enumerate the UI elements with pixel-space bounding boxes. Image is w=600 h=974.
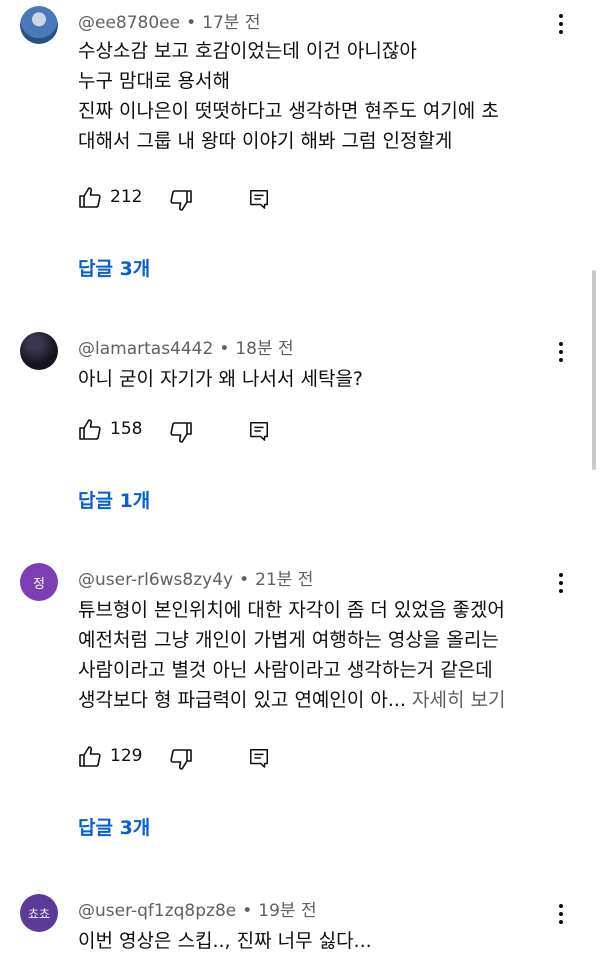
comment-author[interactable]: @user-rl6ws8zy4y [78, 570, 233, 590]
comment-time[interactable]: 18분 전 [235, 339, 293, 359]
meta-separator: • [219, 339, 230, 359]
more-vert-icon[interactable] [553, 573, 569, 597]
comment-line: 수상소감 보고 호감이었는데 이건 아니잖아 [78, 40, 417, 62]
like-count: 129 [110, 746, 143, 766]
thumbs-up-icon[interactable] [78, 745, 102, 769]
comment-time[interactable]: 17분 전 [202, 13, 260, 33]
thumbs-up-icon[interactable] [78, 418, 102, 442]
comment-line: 예전처럼 그냥 개인이 가볍게 여행하는 영상을 올리는 [78, 629, 499, 651]
comment-line: 누구 맘대로 용서해 [78, 70, 230, 92]
comment-text: 이번 영상은 스킵.., 진짜 너무 싫다... [78, 926, 372, 956]
comment-line: 이번 영상은 스킵.., 진짜 너무 싫다... [78, 930, 372, 952]
comment-actions: 212 [78, 186, 278, 212]
scrollbar[interactable] [592, 270, 596, 470]
avatar[interactable] [20, 6, 58, 44]
reply-icon[interactable] [248, 747, 270, 769]
comment-line: 생각보다 형 파급력이 있고 연예인이 아... 자세히 보기 [78, 685, 506, 715]
comment-line: 사람이라고 별것 아닌 사람이라고 생각하는거 같은데 [78, 659, 493, 681]
reply-icon[interactable] [248, 420, 270, 442]
thumbs-down-icon[interactable] [169, 188, 193, 212]
comment-author[interactable]: @user-qf1zq8pz8e [78, 901, 236, 921]
more-vert-icon[interactable] [553, 14, 569, 38]
avatar-initial: 정 [33, 576, 45, 592]
avatar[interactable]: 정 [20, 563, 58, 601]
comment-text: 수상소감 보고 호감이었는데 이건 아니잖아 누구 맘대로 용서해 진짜 이나은… [78, 36, 499, 156]
meta-separator: • [186, 13, 197, 33]
comment-text: 튜브형이 본인위치에 대한 자각이 좀 더 있었음 좋겠어 예전처럼 그냥 개인… [78, 595, 506, 715]
avatar[interactable] [20, 332, 58, 370]
avatar-initial: 쵸쵸 [27, 906, 51, 921]
comment-author[interactable]: @ee8780ee [78, 13, 180, 33]
comment-author[interactable]: @lamartas4442 [78, 339, 213, 359]
comment-line: 진짜 이나은이 떳떳하다고 생각하면 현주도 여기에 초 [78, 100, 499, 122]
avatar[interactable]: 쵸쵸 [20, 894, 58, 932]
comment-header: @user-qf1zq8pz8e • 19분 전 [78, 896, 317, 921]
comment-line: 대해서 그룹 내 왕따 이야기 해봐 그럼 인정할게 [78, 130, 453, 152]
thumbs-down-icon[interactable] [169, 747, 193, 771]
comment-line-truncated: 생각보다 형 파급력이 있고 연예인이 아... [78, 689, 406, 711]
like-count: 212 [110, 187, 143, 207]
replies-button[interactable]: 답글 1개 [78, 486, 150, 513]
reply-icon[interactable] [248, 188, 270, 210]
comment-line: 아니 굳이 자기가 왜 나서서 세탁을? [78, 368, 364, 390]
comment-header: @lamartas4442 • 18분 전 [78, 334, 294, 359]
thumbs-up-icon[interactable] [78, 186, 102, 210]
meta-separator: • [242, 901, 253, 921]
meta-separator: • [239, 570, 250, 590]
read-more-link[interactable]: 자세히 보기 [412, 689, 505, 711]
comment-time[interactable]: 21분 전 [255, 570, 313, 590]
replies-button[interactable]: 답글 3개 [78, 254, 150, 281]
thumbs-down-icon[interactable] [169, 420, 193, 444]
replies-button[interactable]: 답글 3개 [78, 813, 150, 840]
like-count: 158 [110, 419, 143, 439]
comment-text: 아니 굳이 자기가 왜 나서서 세탁을? [78, 364, 363, 394]
comment-actions: 158 [78, 418, 278, 444]
more-vert-icon[interactable] [553, 342, 569, 366]
more-vert-icon[interactable] [553, 904, 569, 928]
comment-actions: 129 [78, 745, 278, 771]
comment-header: @user-rl6ws8zy4y • 21분 전 [78, 565, 313, 590]
comment-line: 튜브형이 본인위치에 대한 자각이 좀 더 있었음 좋겠어 [78, 599, 505, 621]
comment-header: @ee8780ee • 17분 전 [78, 8, 260, 33]
comment-time[interactable]: 19분 전 [258, 901, 316, 921]
